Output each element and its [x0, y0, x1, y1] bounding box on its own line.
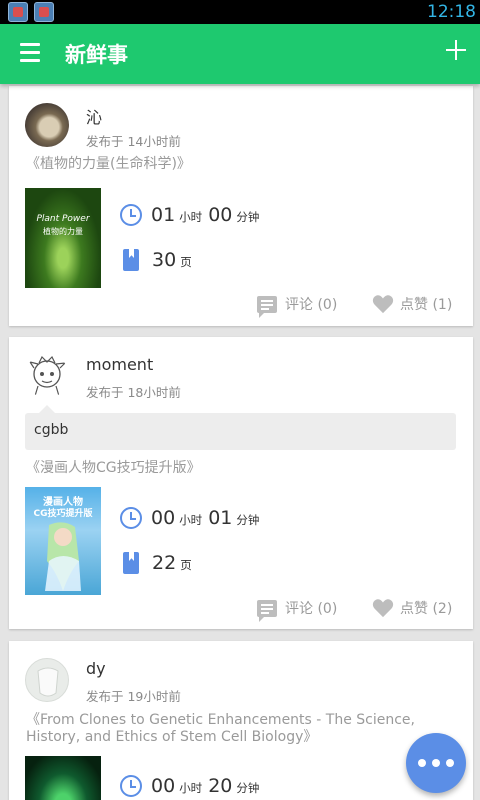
menu-icon[interactable]	[20, 43, 40, 65]
duration-hours: 01	[151, 204, 176, 226]
reading-duration: 00 小时 01 分钟	[120, 507, 265, 529]
book-icon	[123, 249, 139, 271]
like-button[interactable]: 点赞 (1)	[372, 294, 452, 314]
avatar[interactable]	[25, 103, 69, 147]
feed-card[interactable]: 沁 发布于 14小时前 《植物的力量(生命科学)》 Plant Power 植物…	[9, 86, 473, 326]
quote-bubble: cgbb	[25, 405, 456, 450]
username[interactable]: 沁	[86, 104, 102, 128]
book-title[interactable]: 《From Clones to Genetic Enhancements - T…	[26, 712, 456, 746]
feed-card[interactable]: moment 发布于 18小时前 cgbb 《漫画人物CG技巧提升版》 漫画人物…	[9, 337, 473, 629]
post-time: 发布于 19小时前	[86, 689, 181, 704]
clock-icon	[120, 204, 142, 226]
notification-icon	[8, 2, 28, 22]
more-icon	[446, 759, 454, 767]
more-button[interactable]	[406, 733, 466, 793]
cover-title: Plant Power	[36, 214, 90, 224]
heart-icon	[372, 294, 394, 314]
comment-icon	[257, 599, 277, 622]
hours-unit: 小时	[179, 210, 203, 224]
page-title: 新鲜事	[65, 43, 128, 67]
clock-icon	[120, 507, 142, 529]
book-icon	[123, 552, 139, 574]
clock-icon	[120, 775, 142, 797]
minutes-unit: 分钟	[236, 513, 260, 527]
like-label: 点赞 (2)	[400, 601, 453, 617]
pages-count: 22	[152, 552, 177, 574]
heart-icon	[372, 598, 394, 618]
pages-count: 30	[152, 249, 177, 271]
reading-duration: 01 小时 00 分钟	[120, 204, 265, 226]
pages-read: 22 页	[120, 552, 198, 574]
minutes-unit: 分钟	[236, 210, 260, 224]
hours-unit: 小时	[179, 781, 203, 795]
pages-read: 30 页	[120, 249, 198, 271]
status-time: 12:18	[427, 2, 476, 22]
book-title[interactable]: 《植物的力量(生命科学)》	[26, 156, 456, 173]
comment-label: 评论 (0)	[285, 601, 338, 617]
post-time: 发布于 14小时前	[86, 134, 181, 149]
avatar[interactable]	[25, 354, 69, 398]
duration-hours: 00	[151, 507, 176, 529]
reading-duration: 00 小时 20 分钟	[120, 775, 265, 797]
cover-subtitle: 植物的力量	[43, 227, 83, 236]
more-icon	[418, 759, 426, 767]
duration-minutes: 01	[208, 507, 233, 529]
comment-label: 评论 (0)	[285, 297, 338, 313]
like-label: 点赞 (1)	[400, 297, 453, 313]
comment-icon	[257, 295, 277, 318]
pages-unit: 页	[180, 558, 192, 572]
username[interactable]: moment	[86, 355, 153, 374]
duration-minutes: 00	[208, 204, 233, 226]
avatar[interactable]	[25, 658, 69, 702]
duration-hours: 00	[151, 775, 176, 797]
more-icon	[432, 759, 440, 767]
book-title[interactable]: 《漫画人物CG技巧提升版》	[26, 460, 456, 477]
post-time: 发布于 18小时前	[86, 385, 181, 400]
feed-card[interactable]: dy 发布于 19小时前 《From Clones to Genetic Enh…	[9, 641, 473, 800]
book-cover[interactable]	[25, 756, 101, 800]
feed-list[interactable]: 沁 发布于 14小时前 《植物的力量(生命科学)》 Plant Power 植物…	[0, 84, 480, 800]
comment-button[interactable]: 评论 (0)	[257, 598, 338, 622]
hours-unit: 小时	[179, 513, 203, 527]
notification-icon	[34, 2, 54, 22]
app-bar: 新鲜事	[0, 24, 480, 84]
comment-button[interactable]: 评论 (0)	[257, 294, 338, 318]
like-button[interactable]: 点赞 (2)	[372, 598, 452, 618]
minutes-unit: 分钟	[236, 781, 260, 795]
pages-unit: 页	[180, 255, 192, 269]
book-cover[interactable]: 漫画人物 CG技巧提升版	[25, 487, 101, 595]
duration-minutes: 20	[208, 775, 233, 797]
status-bar: 12:18	[0, 0, 480, 24]
book-cover[interactable]: Plant Power 植物的力量	[25, 188, 101, 288]
add-icon[interactable]	[446, 40, 466, 60]
username[interactable]: dy	[86, 659, 106, 678]
cover-subtitle: CG技巧提升版	[33, 509, 93, 519]
